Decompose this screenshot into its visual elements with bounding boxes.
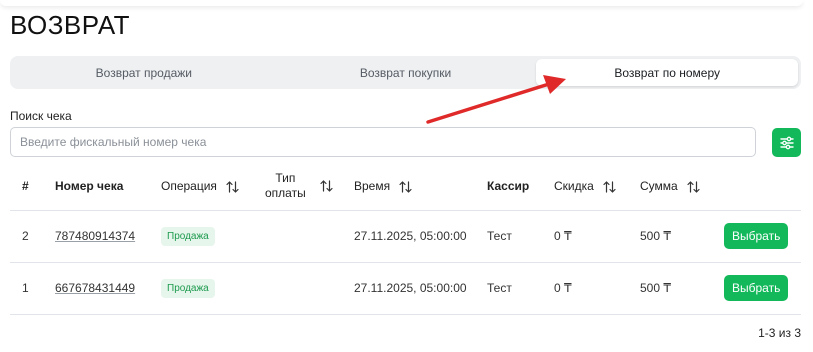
col-payment-type-line2: оплаты [265, 186, 306, 201]
col-discount[interactable]: Скидка [554, 163, 640, 211]
table-row: 2 787480914374 Продажа 27.11.2025, 05:00… [10, 210, 801, 263]
payment-type-cell [265, 262, 354, 315]
sliders-icon [779, 136, 794, 149]
col-sum-label: Сумма [640, 179, 678, 194]
discount-cell: 0 ₸ [554, 262, 640, 315]
time-cell: 27.11.2025, 05:00:00 [354, 262, 487, 315]
col-sum[interactable]: Сумма [640, 163, 724, 211]
discount-cell: 0 ₸ [554, 210, 640, 263]
col-discount-label: Скидка [554, 179, 594, 194]
sum-cell: 500 ₸ [640, 262, 724, 315]
row-index: 2 [10, 210, 55, 263]
col-operation-label: Операция [161, 179, 217, 194]
tab-purchase-return[interactable]: Возврат покупки [275, 59, 537, 86]
sort-icon [320, 180, 333, 192]
filter-button[interactable] [772, 128, 801, 157]
return-type-tabs: Возврат продажи Возврат покупки Возврат … [10, 56, 801, 89]
select-button[interactable]: Выбрать [724, 223, 789, 249]
time-cell: 27.11.2025, 05:00:00 [354, 210, 487, 263]
payment-type-cell [265, 210, 354, 263]
operation-badge: Продажа [161, 226, 215, 246]
operation-badge: Продажа [161, 278, 215, 298]
table-row: 1 667678431449 Продажа 27.11.2025, 05:00… [10, 262, 801, 315]
table-header-row: # Номер чека Операция Тип оплаты Время К… [10, 163, 801, 211]
top-header-bar [0, 0, 803, 6]
sort-icon [603, 181, 616, 193]
col-cashier: Кассир [487, 163, 554, 211]
col-operation[interactable]: Операция [161, 163, 265, 211]
col-payment-type-line1: Тип [275, 171, 296, 186]
row-index: 1 [10, 262, 55, 315]
col-payment-type[interactable]: Тип оплаты [265, 163, 354, 211]
receipt-number-link[interactable]: 787480914374 [55, 229, 135, 243]
fiscal-number-search-input[interactable] [10, 127, 756, 157]
page-title: ВОЗВРАТ [10, 10, 131, 40]
tab-sale-return[interactable]: Возврат продажи [13, 59, 275, 86]
col-index: # [10, 163, 55, 211]
tab-return-by-number[interactable]: Возврат по номеру [536, 59, 799, 86]
sort-icon [687, 181, 700, 193]
receipt-number-link[interactable]: 667678431449 [55, 281, 135, 295]
pagination-info: 1-3 из 3 [758, 326, 801, 340]
col-receipt-number: Номер чека [55, 163, 161, 211]
sort-icon [226, 181, 239, 193]
col-action [724, 163, 801, 211]
search-label: Поиск чека [10, 109, 72, 123]
col-time[interactable]: Время [354, 163, 487, 211]
sort-icon [399, 181, 413, 193]
cashier-cell: Тест [487, 262, 554, 315]
cashier-cell: Тест [487, 210, 554, 263]
col-time-label: Время [354, 179, 391, 194]
sum-cell: 500 ₸ [640, 210, 724, 263]
receipts-table: # Номер чека Операция Тип оплаты Время К… [10, 163, 801, 315]
select-button[interactable]: Выбрать [724, 275, 789, 301]
